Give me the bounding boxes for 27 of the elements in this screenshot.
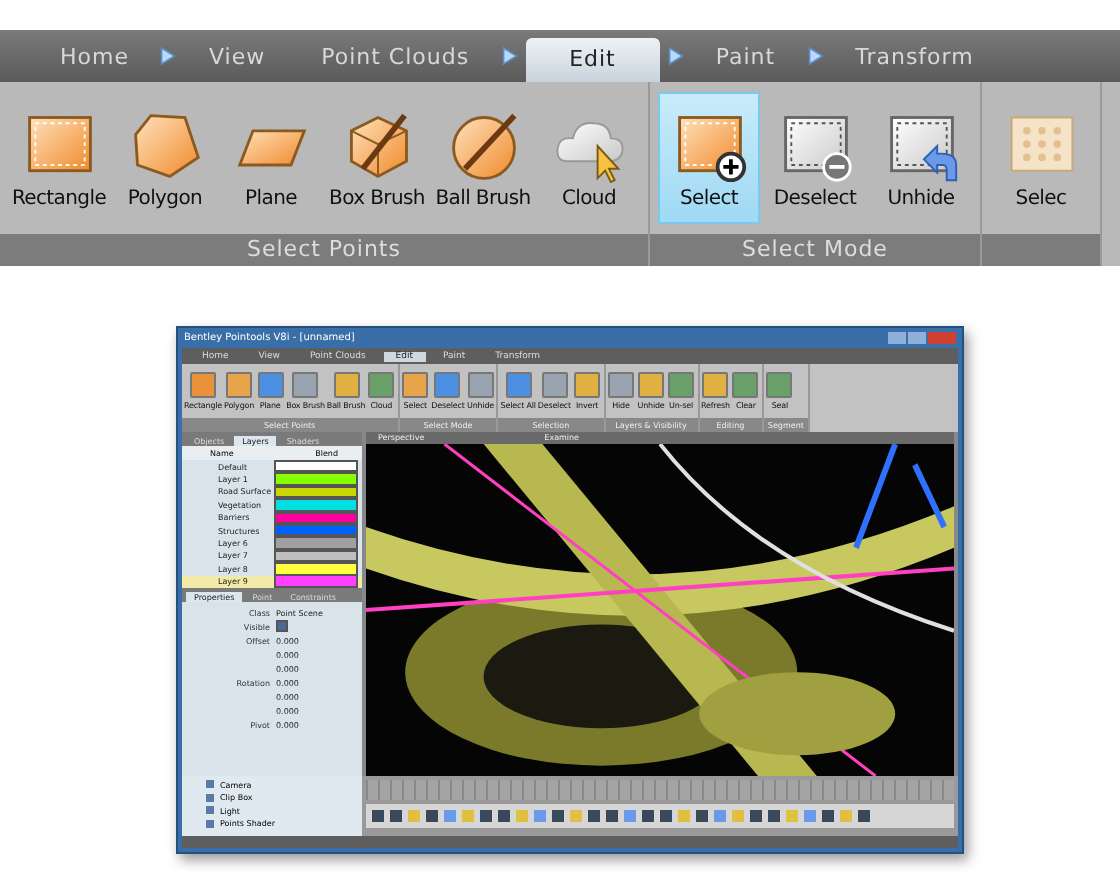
ribbon-tab[interactable]: Transform <box>831 30 998 82</box>
group-footer-bar <box>982 234 1100 266</box>
ribbon-button[interactable]: Plane <box>220 92 322 224</box>
ribbon-button[interactable]: Deselect <box>764 92 866 224</box>
ribbon-button[interactable]: Selec <box>990 92 1092 224</box>
ribbon-tab[interactable]: View <box>184 30 290 82</box>
ribbon-button[interactable]: Box Brush <box>326 92 428 224</box>
group-label: Select Points <box>0 234 648 266</box>
toolbar-drawing[interactable] <box>366 804 954 828</box>
ribbon-tab[interactable]: Home <box>36 30 153 82</box>
ribbon-button[interactable]: Cloud <box>538 92 640 224</box>
ribbon-tab[interactable]: Paint <box>691 30 800 82</box>
group-label: Select Mode <box>650 234 980 266</box>
ribbon-tab[interactable]: Edit <box>525 38 660 82</box>
triangle-icon[interactable] <box>807 46 824 66</box>
ribbon-button[interactable]: Rectangle <box>8 92 110 224</box>
timeline-track[interactable] <box>366 780 954 800</box>
window-controls[interactable] <box>888 332 956 344</box>
ribbon-button[interactable]: Ball Brush <box>432 92 534 224</box>
triangle-icon[interactable] <box>160 46 177 66</box>
ribbon-button[interactable]: Polygon <box>114 92 216 224</box>
triangle-icon[interactable] <box>667 46 684 66</box>
ribbon-button[interactable]: Unhide <box>870 92 972 224</box>
checkbox[interactable] <box>276 620 288 633</box>
triangle-icon[interactable] <box>501 46 518 66</box>
ribbon-tab[interactable]: Point Clouds <box>297 30 494 82</box>
ribbon-button[interactable]: Select <box>658 92 760 224</box>
